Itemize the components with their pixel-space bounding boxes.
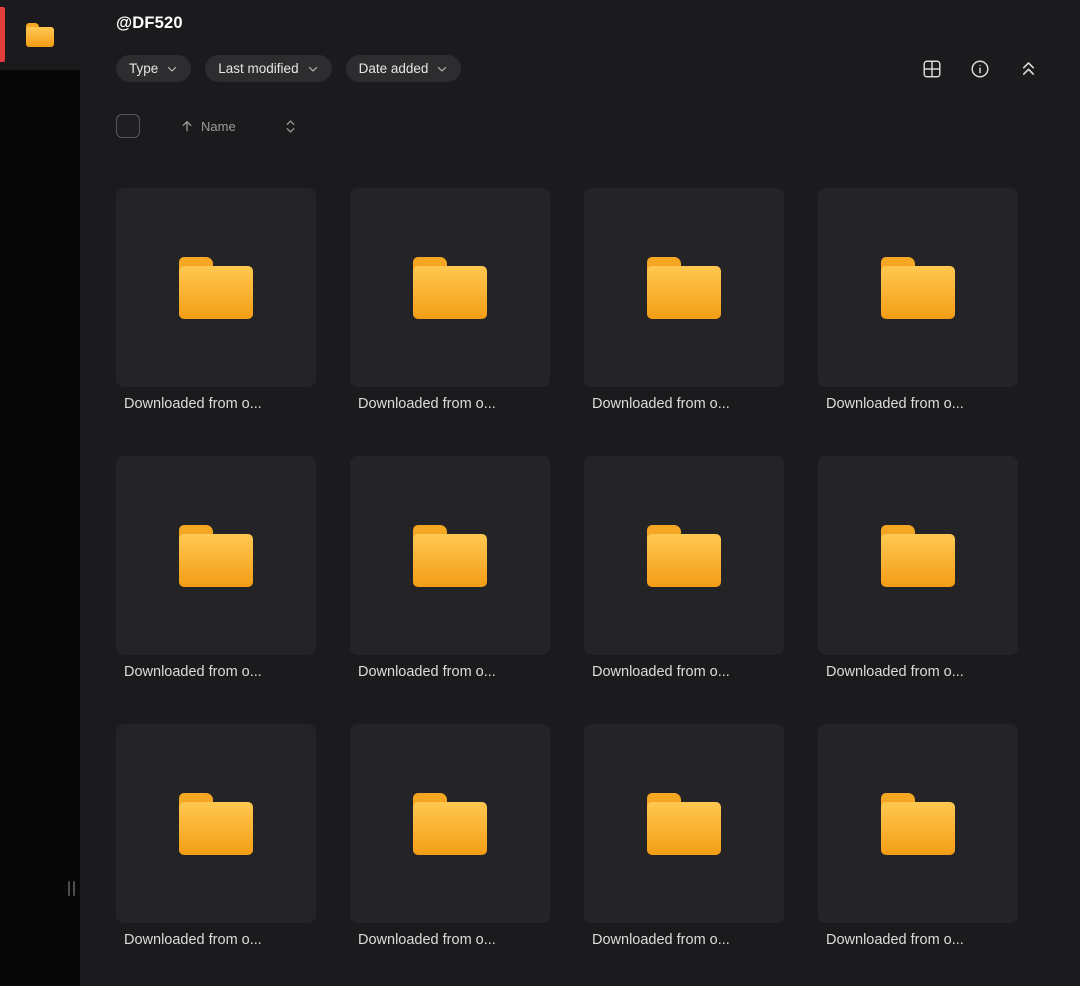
list-header: Name	[116, 114, 1040, 138]
folder-card[interactable]: Downloaded from o...	[116, 188, 316, 412]
folder-thumbnail	[116, 188, 316, 387]
filter-chip[interactable]: Date added	[346, 55, 462, 82]
filter-chip[interactable]: Last modified	[205, 55, 331, 82]
folder-icon	[647, 525, 721, 587]
folder-thumbnail	[584, 724, 784, 923]
sidebar-item-folder[interactable]	[0, 0, 80, 70]
folder-name: Downloaded from o...	[350, 396, 550, 412]
folder-thumbnail	[116, 724, 316, 923]
folder-name: Downloaded from o...	[818, 664, 1018, 680]
grid-view-button[interactable]	[920, 57, 944, 81]
folder-thumbnail	[350, 456, 550, 655]
folder-name: Downloaded from o...	[584, 932, 784, 948]
select-all-checkbox[interactable]	[116, 114, 140, 138]
folder-name: Downloaded from o...	[818, 396, 1018, 412]
folder-icon	[881, 525, 955, 587]
folder-icon	[413, 793, 487, 855]
grid-view-icon	[921, 58, 943, 80]
folder-thumbnail	[584, 188, 784, 387]
folder-thumbnail	[116, 456, 316, 655]
folder-thumbnail	[818, 188, 1018, 387]
page-title: @DF520	[116, 14, 1040, 33]
folder-thumbnail	[818, 456, 1018, 655]
folder-icon	[647, 793, 721, 855]
folder-card[interactable]: Downloaded from o...	[584, 188, 784, 412]
folder-thumbnail	[818, 724, 1018, 923]
folder-icon	[179, 525, 253, 587]
folder-name: Downloaded from o...	[584, 396, 784, 412]
info-icon	[969, 58, 991, 80]
folder-icon	[413, 257, 487, 319]
filter-chip-label: Last modified	[218, 61, 298, 76]
collapse-button[interactable]	[1016, 57, 1040, 81]
sort-by-name-button[interactable]: Name	[180, 119, 236, 134]
folder-icon	[647, 257, 721, 319]
folder-name: Downloaded from o...	[116, 396, 316, 412]
folder-name: Downloaded from o...	[350, 932, 550, 948]
folder-card[interactable]: Downloaded from o...	[350, 188, 550, 412]
sort-direction-toggle[interactable]	[284, 118, 297, 135]
sidebar-resize-handle[interactable]	[66, 880, 76, 897]
folder-card[interactable]: Downloaded from o...	[818, 724, 1018, 948]
double-chevron-up-icon	[1019, 59, 1038, 78]
main-content: @DF520 Type Last modified Date added	[80, 0, 1080, 986]
file-grid: Downloaded from o... Downloaded from o..…	[116, 188, 1040, 948]
arrow-up-icon	[180, 119, 194, 133]
folder-name: Downloaded from o...	[818, 932, 1018, 948]
folder-name: Downloaded from o...	[584, 664, 784, 680]
folder-card[interactable]: Downloaded from o...	[818, 456, 1018, 680]
filter-chip-label: Type	[129, 61, 158, 76]
chevron-down-icon	[166, 63, 178, 75]
folder-thumbnail	[584, 456, 784, 655]
folder-card[interactable]: Downloaded from o...	[584, 456, 784, 680]
filter-chip[interactable]: Type	[116, 55, 191, 82]
folder-name: Downloaded from o...	[116, 664, 316, 680]
chevron-down-icon	[436, 63, 448, 75]
filter-chips: Type Last modified Date added	[116, 55, 461, 82]
info-button[interactable]	[968, 57, 992, 81]
chevron-up-down-icon	[284, 118, 297, 135]
folder-card[interactable]: Downloaded from o...	[350, 456, 550, 680]
active-indicator	[0, 7, 5, 62]
folder-icon	[881, 793, 955, 855]
sidebar	[0, 0, 80, 986]
app-window: @DF520 Type Last modified Date added	[0, 0, 1080, 986]
toolbar: Type Last modified Date added	[116, 55, 1040, 82]
folder-icon	[413, 525, 487, 587]
folder-card[interactable]: Downloaded from o...	[116, 724, 316, 948]
folder-icon	[179, 793, 253, 855]
folder-card[interactable]: Downloaded from o...	[584, 724, 784, 948]
folder-thumbnail	[350, 724, 550, 923]
folder-card[interactable]: Downloaded from o...	[116, 456, 316, 680]
folder-icon	[179, 257, 253, 319]
folder-icon	[26, 23, 54, 47]
toolbar-icons	[920, 57, 1040, 81]
filter-chip-label: Date added	[359, 61, 429, 76]
folder-card[interactable]: Downloaded from o...	[818, 188, 1018, 412]
sort-label: Name	[201, 119, 236, 134]
folder-name: Downloaded from o...	[350, 664, 550, 680]
folder-thumbnail	[350, 188, 550, 387]
folder-icon	[881, 257, 955, 319]
folder-card[interactable]: Downloaded from o...	[350, 724, 550, 948]
folder-name: Downloaded from o...	[116, 932, 316, 948]
chevron-down-icon	[307, 63, 319, 75]
